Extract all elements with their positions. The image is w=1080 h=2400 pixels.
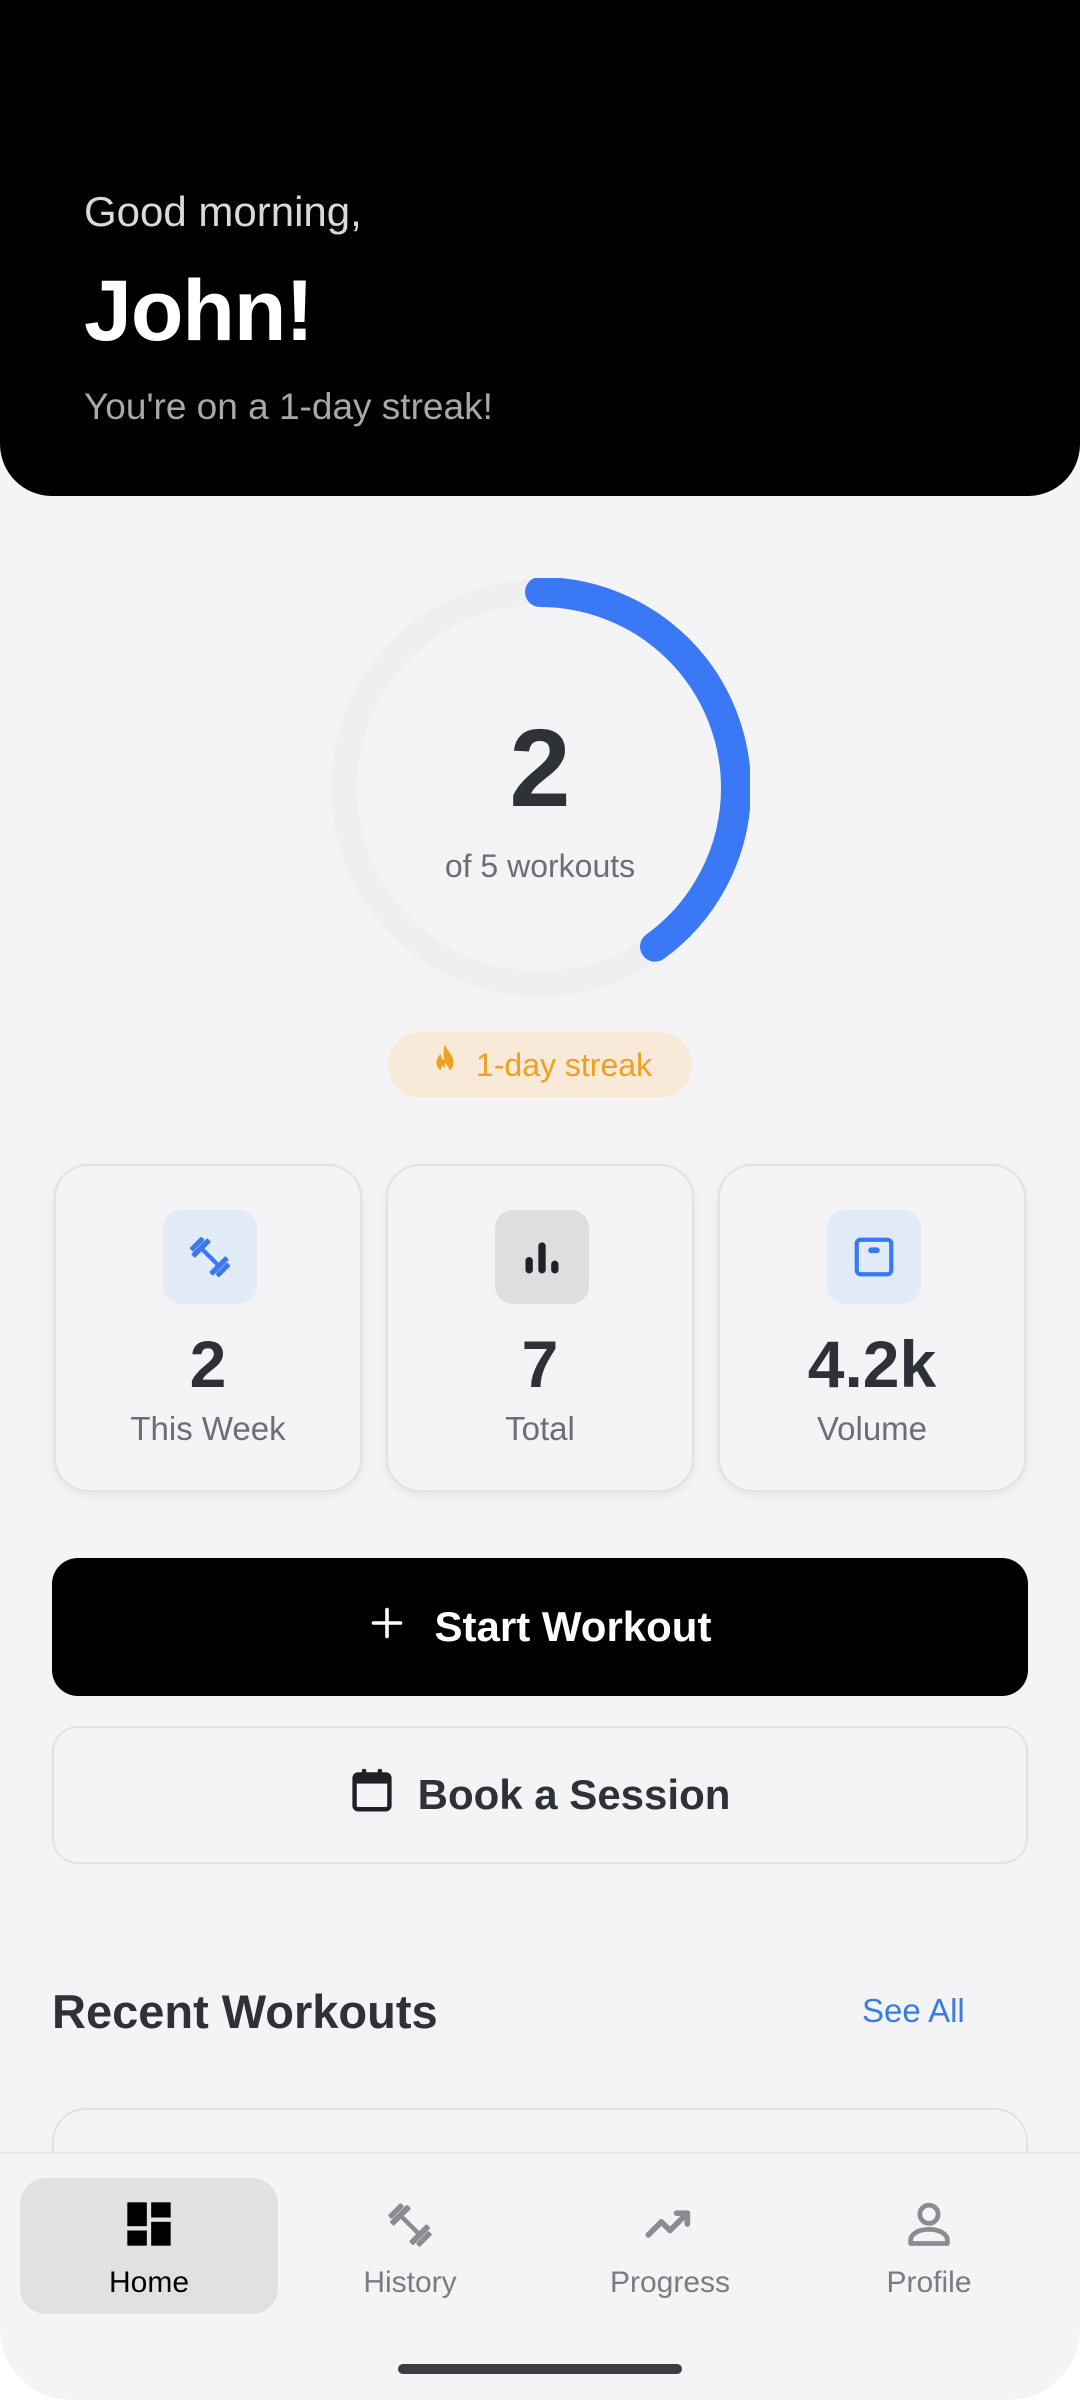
workouts-completed-count: 2 [509, 707, 571, 830]
greeting-header: Good morning, John! You're on a 1-day st… [0, 0, 1080, 496]
trending-up-icon [541, 2198, 799, 2250]
plus-icon [369, 1603, 405, 1651]
start-workout-button[interactable]: Start Workout [52, 1558, 1028, 1696]
home-indicator[interactable] [398, 2364, 682, 2374]
streak-badge-label: 1-day streak [475, 1046, 653, 1083]
stat-card-volume[interactable]: 4.2k Volume [718, 1164, 1026, 1492]
user-name: John! [84, 263, 314, 359]
streak-badge: 1-day streak [388, 1032, 692, 1098]
greeting-text: Good morning, [84, 188, 362, 235]
stat-value: 2 [189, 1327, 227, 1401]
stat-card-this-week[interactable]: 2 This Week [54, 1164, 362, 1492]
dumbbell-icon [163, 1210, 257, 1304]
book-session-button[interactable]: Book a Session [52, 1726, 1028, 1864]
home-screen: Good morning, John! You're on a 1-day st… [0, 0, 1080, 2400]
nav-label: History [363, 2266, 457, 2299]
dashboard-icon [20, 2198, 278, 2250]
bottom-navigation: Home History Progress Profile [0, 2152, 1080, 2400]
stat-label: Total [505, 1410, 575, 1447]
dumbbell-icon [281, 2198, 539, 2252]
stat-card-total[interactable]: 7 Total [386, 1164, 694, 1492]
see-all-link[interactable]: See All [862, 1992, 965, 2030]
workouts-goal-caption: of 5 workouts [444, 848, 636, 884]
stat-value: 7 [521, 1327, 559, 1401]
nav-item-home[interactable]: Home [20, 2178, 278, 2314]
nav-label: Profile [886, 2266, 972, 2299]
person-icon [800, 2198, 1058, 2250]
nav-label: Home [108, 2266, 190, 2299]
scale-icon [827, 1210, 921, 1304]
stat-value: 4.2k [807, 1327, 937, 1401]
nav-item-history[interactable]: History [281, 2178, 539, 2314]
stat-label: Volume [816, 1410, 928, 1447]
streak-subtitle: You're on a 1-day streak! [84, 386, 493, 427]
flame-icon [428, 1043, 462, 1088]
stat-label: This Week [130, 1410, 286, 1447]
nav-item-profile[interactable]: Profile [800, 2178, 1058, 2314]
book-session-label: Book a Session [417, 1771, 731, 1818]
recent-workouts-title: Recent Workouts [52, 1985, 438, 2038]
bar-chart-icon [495, 1210, 589, 1304]
nav-label: Progress [609, 2266, 731, 2299]
nav-item-progress[interactable]: Progress [541, 2178, 799, 2314]
calendar-icon [350, 1766, 394, 1824]
start-workout-label: Start Workout [434, 1603, 712, 1650]
